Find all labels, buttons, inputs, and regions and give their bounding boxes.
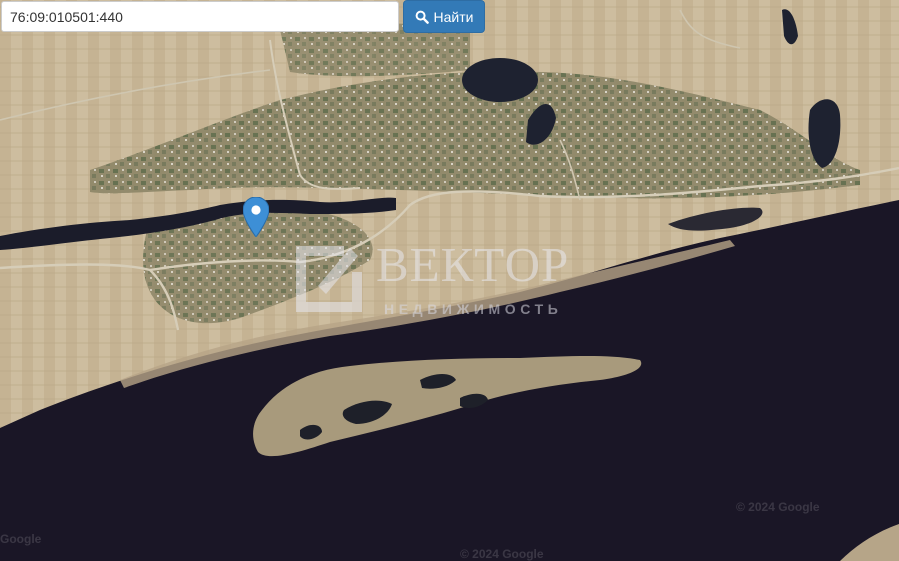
map-attribution-bottom: © 2024 Google bbox=[460, 547, 544, 561]
map-attribution-right: © 2024 Google bbox=[736, 500, 820, 514]
pond bbox=[462, 58, 538, 102]
search-icon bbox=[415, 10, 429, 24]
map-attribution-left: Google bbox=[0, 532, 42, 546]
search-button-label: Найти bbox=[433, 8, 474, 25]
satellite-map[interactable] bbox=[0, 0, 899, 561]
search-button[interactable]: Найти bbox=[403, 0, 485, 33]
cadastral-search-input[interactable] bbox=[1, 1, 399, 32]
map-pin-icon[interactable] bbox=[243, 197, 269, 237]
